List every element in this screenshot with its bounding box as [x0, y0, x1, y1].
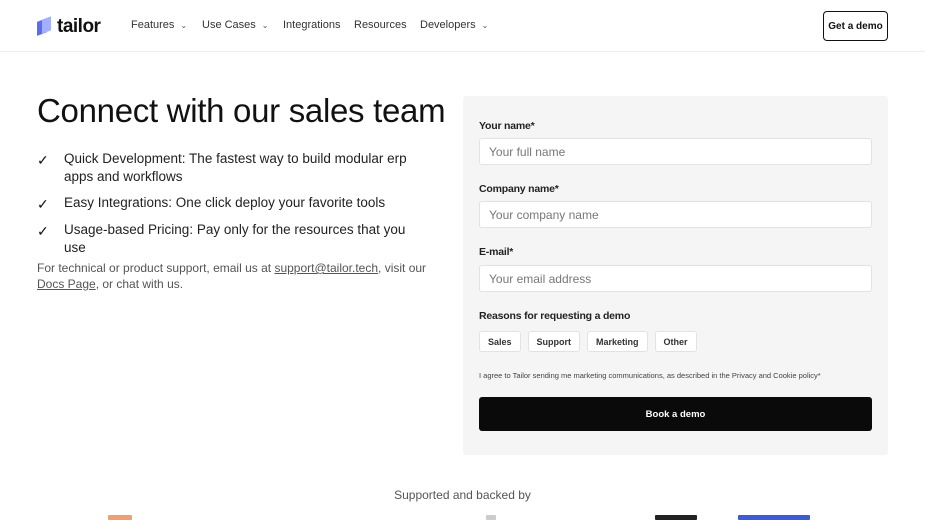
support-email-link[interactable]: support@tailor.tech [274, 261, 378, 275]
contact-suffix: , or chat with us. [95, 277, 184, 291]
feature-text: Quick Development: The fastest way to bu… [64, 151, 407, 184]
reason-chip-sales[interactable]: Sales [479, 331, 521, 352]
checkmark-icon: ✓ [37, 196, 49, 212]
chevron-down-icon: ⌄ [481, 20, 489, 30]
company-label: Company name* [479, 183, 559, 195]
support-contact-text: For technical or product support, email … [37, 260, 427, 292]
name-input[interactable]: Your full name [479, 138, 872, 165]
email-label: E-mail* [479, 246, 514, 258]
nav-item-use-cases[interactable]: Use Cases ⌄ [202, 19, 269, 31]
reason-chip-support[interactable]: Support [527, 331, 581, 352]
nav-item-label: Features [131, 19, 175, 31]
backer-logo [738, 515, 810, 520]
feature-bullet: ✓ Usage-based Pricing: Pay only for the … [37, 221, 427, 257]
brand-name: tailor [57, 16, 101, 37]
nav-item-resources[interactable]: Resources [354, 19, 407, 31]
nav-item-features[interactable]: Features ⌄ [131, 19, 187, 31]
checkmark-icon: ✓ [37, 152, 49, 168]
consent-text[interactable]: I agree to Tailor sending me marketing c… [479, 371, 821, 380]
tailor-logo[interactable]: tailor [37, 16, 101, 38]
page-title: Connect with our sales team [37, 92, 446, 129]
demo-request-form: Your name* Your full name Company name* … [463, 96, 888, 455]
chevron-down-icon: ⌄ [180, 20, 188, 30]
backer-logo [486, 515, 496, 520]
backer-logo [108, 515, 132, 520]
nav-item-developers[interactable]: Developers ⌄ [420, 19, 488, 31]
nav-item-label: Resources [354, 19, 407, 31]
reason-chip-other[interactable]: Other [654, 331, 697, 352]
feature-bullet: ✓ Quick Development: The fastest way to … [37, 150, 427, 186]
nav-item-label: Use Cases [202, 19, 256, 31]
email-input[interactable]: Your email address [479, 265, 872, 292]
tailor-logo-icon [37, 18, 51, 36]
feature-text: Usage-based Pricing: Pay only for the re… [64, 222, 406, 255]
contact-middle: , visit our [378, 261, 427, 275]
backer-logos [0, 512, 925, 520]
contact-prefix: For technical or product support, email … [37, 261, 275, 275]
nav-item-label: Developers [420, 19, 476, 31]
name-label: Your name* [479, 120, 535, 132]
book-demo-button[interactable]: Book a demo [479, 397, 872, 431]
feature-bullet: ✓ Easy Integrations: One click deploy yo… [37, 194, 427, 213]
company-input[interactable]: Your company name [479, 201, 872, 228]
chevron-down-icon: ⌄ [261, 20, 269, 30]
nav-item-integrations[interactable]: Integrations [283, 19, 340, 31]
docs-page-link[interactable]: Docs Page [37, 277, 96, 291]
backer-logo [655, 515, 697, 520]
reason-options: Sales Support Marketing Other [479, 331, 697, 352]
get-demo-button[interactable]: Get a demo [823, 11, 888, 41]
reason-chip-marketing[interactable]: Marketing [587, 331, 648, 352]
supported-by-heading: Supported and backed by [394, 488, 531, 502]
feature-text: Easy Integrations: One click deploy your… [64, 195, 386, 210]
nav-item-label: Integrations [283, 19, 341, 31]
reasons-label: Reasons for requesting a demo [479, 310, 631, 322]
checkmark-icon: ✓ [37, 223, 49, 239]
top-navigation: tailor Features ⌄ Use Cases ⌄ Integratio… [0, 0, 925, 52]
